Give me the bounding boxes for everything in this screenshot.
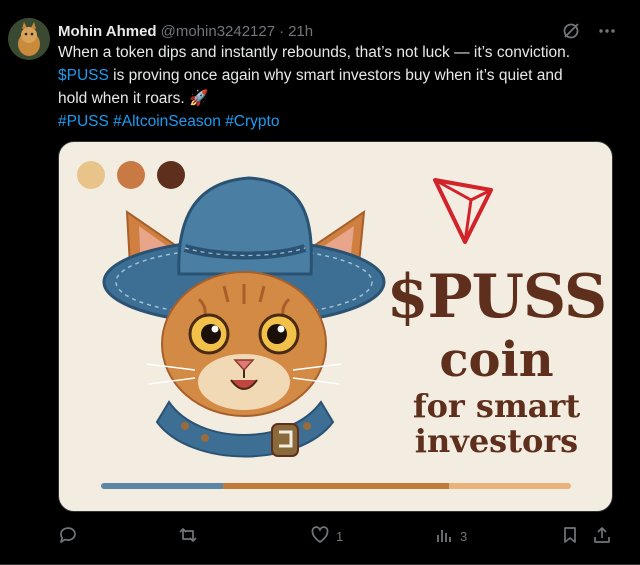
views-icon [434, 525, 454, 548]
more-icon[interactable] [596, 20, 618, 42]
repost-button[interactable] [178, 524, 204, 548]
bookmark-button[interactable] [560, 524, 580, 548]
hashtag-link[interactable]: #AltcoinSeason [113, 113, 221, 130]
separator: · [279, 22, 285, 40]
share-icon [592, 525, 612, 548]
like-count: 1 [336, 528, 344, 544]
timestamp[interactable]: 21h [288, 23, 313, 40]
tweet-text-line-3: hold when it roars. 🚀 [58, 90, 209, 107]
color-bar-segment [223, 483, 449, 489]
views-button[interactable]: 3 [434, 524, 467, 548]
hashtag-link[interactable]: #Crypto [225, 113, 279, 130]
coin-subtitle: coin [439, 332, 554, 388]
reply-icon [58, 525, 78, 548]
tweet-header: Mohin Ahmed @mohin3242127 · 21h [58, 20, 313, 42]
tweet[interactable]: Mohin Ahmed @mohin3242127 · 21h When a t… [0, 0, 640, 565]
tweet-image[interactable]: $PUSS coin for smart investors [58, 141, 613, 512]
like-icon [310, 525, 330, 548]
share-button[interactable] [592, 524, 612, 548]
color-bar-segment [101, 483, 224, 489]
hashtag-link[interactable]: #PUSS [58, 113, 109, 130]
avatar[interactable] [8, 18, 50, 60]
tweet-text-line-2-rest: is proving once again why smart investor… [108, 67, 563, 84]
tweet-text-line-2: $PUSS is proving once again why smart in… [58, 64, 628, 87]
author-handle[interactable]: @mohin3242127 [161, 23, 275, 40]
color-bar [101, 483, 571, 489]
like-button[interactable]: 1 [310, 524, 343, 548]
coin-title: $PUSS [386, 262, 608, 332]
color-bar-segment [448, 483, 571, 489]
avatar-image [8, 18, 50, 60]
tagline-line-1: for smart [412, 387, 581, 425]
reply-button[interactable] [58, 524, 84, 548]
author-name[interactable]: Mohin Ahmed [58, 23, 157, 40]
cat-mascot-illustration [102, 176, 386, 458]
tweet-text-line-1: When a token dips and instantly rebounds… [58, 44, 571, 61]
tweet-text: When a token dips and instantly rebounds… [58, 41, 628, 133]
hashtags: #PUSS #AltcoinSeason #Crypto [58, 110, 628, 133]
grok-icon[interactable] [560, 20, 582, 42]
tweet-top-actions [560, 20, 618, 42]
cashtag-link[interactable]: $PUSS [58, 67, 109, 84]
bookmark-icon [560, 525, 580, 548]
tagline-line-2: investors [414, 422, 579, 460]
repost-icon [178, 525, 198, 548]
tweet-actions: 1 3 [58, 524, 618, 548]
views-count: 3 [460, 528, 468, 544]
tron-logo-icon [433, 178, 493, 244]
